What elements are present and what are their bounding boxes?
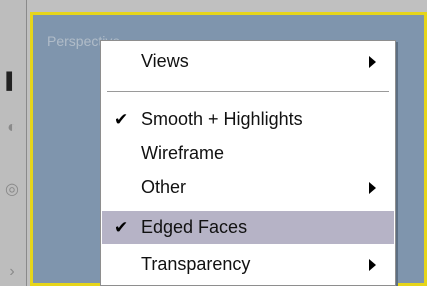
menu-item-label: Other [141, 177, 187, 197]
context-menu: Views ✔ Smooth + Highlights Wireframe Ot… [100, 40, 396, 286]
left-toolstrip: ▌ ◐ ◎ › [0, 0, 27, 286]
menu-item-edged-faces[interactable]: ✔ Edged Faces [102, 211, 394, 244]
menu-item-label: Views [141, 51, 189, 71]
submenu-arrow-icon [369, 182, 376, 194]
menu-item-label: Smooth + Highlights [141, 109, 303, 129]
submenu-arrow-icon [369, 56, 376, 68]
eye-icon[interactable]: ◐ [4, 118, 20, 138]
menu-item-transparency[interactable]: Transparency [102, 248, 394, 281]
menu-item-other[interactable]: Other [102, 171, 394, 204]
checkmark-icon: ✔ [114, 218, 129, 237]
checkmark-icon: ✔ [114, 110, 129, 129]
bracket-icon[interactable]: ▌ [4, 72, 20, 92]
submenu-arrow-icon [369, 259, 376, 271]
menu-item-label: Wireframe [141, 143, 225, 163]
menu-item-smooth-highlights[interactable]: ✔ Smooth + Highlights [102, 103, 394, 136]
menu-item-wireframe[interactable]: Wireframe [102, 137, 394, 170]
wheel-icon[interactable]: ◎ [4, 180, 20, 200]
menu-separator [107, 91, 389, 93]
menu-item-label: Edged Faces [141, 217, 248, 237]
arrow-icon[interactable]: › [4, 262, 20, 282]
menu-item-label: Transparency [141, 254, 251, 274]
menu-item-views[interactable]: Views [102, 45, 394, 78]
